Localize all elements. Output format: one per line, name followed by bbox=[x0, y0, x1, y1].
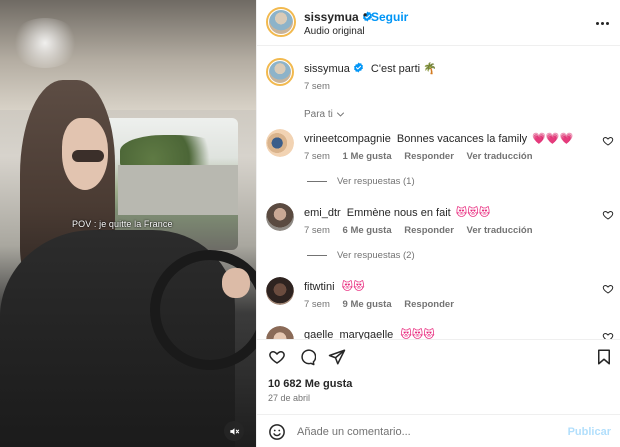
replies-line bbox=[307, 181, 327, 182]
emoji-smiley-icon[interactable] bbox=[268, 423, 286, 441]
like-comment-heart-icon[interactable] bbox=[602, 209, 614, 221]
audio-label[interactable]: Audio original bbox=[304, 26, 365, 37]
commenter-avatar[interactable] bbox=[266, 129, 294, 157]
video-caption: POV : je quitte la France bbox=[72, 219, 173, 229]
caption-username[interactable]: sissymua bbox=[304, 63, 350, 75]
comment-input[interactable] bbox=[297, 421, 557, 443]
post-video[interactable]: POV : je quitte la France bbox=[0, 0, 256, 447]
comment-bubble-icon[interactable] bbox=[298, 348, 316, 366]
caption-text: C'est parti 🌴 bbox=[370, 63, 437, 75]
comment-line: fitwtini 😻😻 bbox=[304, 280, 365, 293]
comment-username[interactable]: fitwtini bbox=[304, 281, 335, 293]
post-panel: sissymua • Seguir Audio original sissymu… bbox=[256, 0, 620, 447]
author-avatar-small[interactable] bbox=[266, 58, 294, 86]
sunroof-glare bbox=[10, 18, 80, 68]
chevron-down-icon bbox=[336, 112, 344, 117]
commenter-avatar[interactable] bbox=[266, 326, 294, 339]
post-header: sissymua • Seguir Audio original bbox=[257, 0, 620, 46]
replies-line bbox=[307, 255, 327, 256]
wall-image bbox=[118, 165, 238, 215]
reply-button[interactable]: Responder bbox=[404, 151, 454, 162]
post-time: 7 sem bbox=[304, 81, 330, 92]
comment-likes[interactable]: 1 Me gusta bbox=[343, 151, 392, 162]
verified-badge-icon bbox=[353, 62, 363, 73]
muted-speaker-icon[interactable] bbox=[224, 421, 244, 441]
post-caption: sissymua C'est parti 🌴 bbox=[304, 62, 437, 75]
heart-emoji: 💗💗💗 bbox=[532, 133, 574, 145]
heart-eyes-cat-emoji: 😻😻😻 bbox=[400, 329, 435, 339]
like-comment-heart-icon[interactable] bbox=[602, 135, 614, 147]
author-avatar[interactable] bbox=[266, 7, 296, 37]
heart-eyes-cat-emoji: 😻😻😻 bbox=[455, 207, 491, 219]
translate-button[interactable]: Ver traducción bbox=[467, 151, 533, 162]
commenter-avatar[interactable] bbox=[266, 203, 294, 231]
comment-time: 7 sem bbox=[304, 151, 330, 162]
heart-eyes-cat-emoji: 😻😻 bbox=[341, 281, 365, 293]
more-options-icon[interactable] bbox=[595, 16, 609, 30]
comment-username[interactable]: emi_dtr bbox=[304, 207, 341, 219]
comment-line: emi_dtr Emmène nous en fait 😻😻😻 bbox=[304, 206, 490, 219]
post-actions bbox=[257, 339, 620, 373]
share-paper-plane-icon[interactable] bbox=[328, 348, 346, 366]
reply-button[interactable]: Responder bbox=[404, 299, 454, 310]
comment-likes[interactable]: 6 Me gusta bbox=[343, 225, 392, 236]
view-replies-button[interactable]: Ver respuestas (2) bbox=[307, 250, 415, 261]
reply-button[interactable]: Responder bbox=[404, 225, 454, 236]
follow-button[interactable]: Seguir bbox=[371, 10, 408, 24]
comment-meta: 7 sem 6 Me gusta Responder Ver traducció… bbox=[304, 225, 543, 236]
comment-meta: 7 sem 1 Me gusta Responder Ver traducció… bbox=[304, 151, 543, 162]
sort-comments-dropdown[interactable]: Para ti bbox=[304, 109, 345, 120]
comment-text: Bonnes vacances la family bbox=[396, 133, 528, 145]
commenter-avatar[interactable] bbox=[266, 277, 294, 305]
comment-line: gaelle_marygaelle 😻😻😻 bbox=[304, 328, 435, 339]
publish-button[interactable]: Publicar bbox=[568, 426, 611, 438]
save-bookmark-icon[interactable] bbox=[595, 348, 613, 366]
header-separator: • bbox=[363, 8, 368, 22]
translate-button[interactable]: Ver traducción bbox=[467, 225, 533, 236]
comment-composer: Publicar bbox=[257, 414, 620, 447]
comment-line: vrineetcompagnie Bonnes vacances la fami… bbox=[304, 132, 573, 145]
view-replies-button[interactable]: Ver respuestas (1) bbox=[307, 176, 415, 187]
sunglasses-image bbox=[72, 150, 104, 162]
post-date: 27 de abril bbox=[268, 393, 311, 403]
like-heart-icon[interactable] bbox=[268, 348, 286, 366]
like-comment-heart-icon[interactable] bbox=[602, 283, 614, 295]
comment-meta: 7 sem 9 Me gusta Responder bbox=[304, 299, 464, 310]
comments-section[interactable]: sissymua C'est parti 🌴 7 sem Para ti vri… bbox=[257, 47, 620, 339]
comment-text: Emmène nous en fait bbox=[346, 207, 451, 219]
comment-time: 7 sem bbox=[304, 299, 330, 310]
comment-time: 7 sem bbox=[304, 225, 330, 236]
likes-count[interactable]: 10 682 Me gusta bbox=[268, 378, 352, 390]
comment-username[interactable]: gaelle_marygaelle bbox=[304, 329, 393, 339]
like-comment-heart-icon[interactable] bbox=[602, 331, 614, 339]
comment-likes[interactable]: 9 Me gusta bbox=[343, 299, 392, 310]
comment-username[interactable]: vrineetcompagnie bbox=[304, 133, 391, 145]
hand-image bbox=[222, 268, 250, 298]
